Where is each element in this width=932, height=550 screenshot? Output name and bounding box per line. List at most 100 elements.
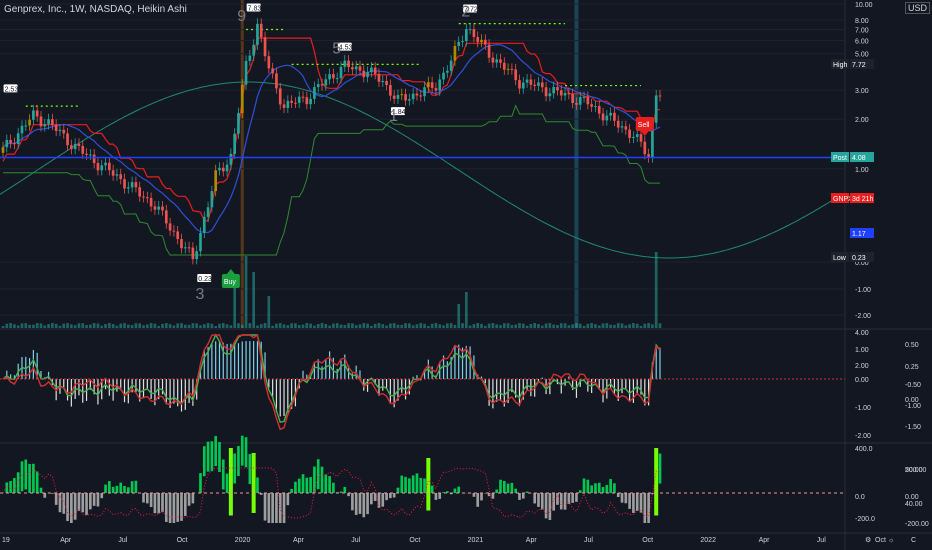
candle-body [134, 182, 138, 188]
candle-body [605, 115, 609, 121]
oscillator-bar [244, 437, 248, 468]
oscillator-bar [533, 493, 537, 504]
volume-bar [601, 323, 605, 328]
oscillator-bar [408, 478, 411, 493]
time-tick-label: Jul [351, 537, 360, 544]
volume-bar [43, 325, 47, 328]
candle-body [157, 206, 161, 210]
price-tag-name: High [833, 62, 848, 69]
candle-body [153, 206, 157, 210]
background [0, 0, 932, 550]
candle-body [316, 84, 320, 88]
chart-canvas[interactable]: 10.008.007.006.005.003.002.001.000.00-1.… [0, 0, 932, 550]
compare-button[interactable]: ☼ [888, 537, 894, 544]
volume-bar [578, 323, 582, 328]
volume-bar [13, 324, 16, 328]
candle-body [430, 82, 434, 88]
oscillator-bar [130, 481, 134, 493]
volume-bar [134, 323, 138, 328]
candle-body [301, 96, 305, 98]
oscillator-bar [605, 485, 609, 493]
oscillator-bar [187, 493, 191, 506]
time-tick-label: Apr [60, 537, 72, 544]
candle-body [609, 112, 612, 116]
oscillator-bar [214, 436, 217, 467]
candle-body [85, 153, 88, 155]
oscillator-bar [343, 486, 347, 493]
volume-bar [567, 325, 571, 328]
candle-body [183, 247, 187, 249]
candle-body [256, 23, 259, 45]
candle-body [161, 206, 164, 211]
volume-bar [438, 324, 442, 328]
oscillator-bar [202, 446, 206, 477]
volume-bar [373, 323, 377, 328]
volume-bar [111, 324, 115, 328]
oscillator-bar [180, 493, 183, 521]
candle-body [582, 96, 586, 98]
price-tick-label: 7.00 [855, 28, 869, 35]
candle-body [294, 102, 297, 104]
candle-body [370, 67, 373, 73]
volume-bar [305, 323, 309, 328]
candle-body [70, 145, 73, 150]
volume-bar [658, 323, 662, 328]
oscillator-bar [518, 493, 521, 500]
oscillator-bar [108, 481, 111, 493]
volume-bar [628, 324, 631, 328]
candle-body [472, 29, 476, 38]
currency-button[interactable]: USD [904, 2, 930, 14]
oscillator-bar [62, 493, 66, 514]
oscillator-bar [647, 493, 650, 523]
volume-bar [66, 323, 69, 328]
oscillator-bar [332, 482, 335, 493]
oscillator-bar [354, 493, 358, 515]
osc-right-tick-label: 40.00 [905, 501, 923, 508]
volume-bar [157, 325, 161, 328]
candle-body [248, 55, 252, 61]
volume-bar [297, 325, 301, 328]
price-tick-label: 2.00 [855, 117, 869, 124]
volume-bar [73, 325, 77, 328]
candle-body [290, 100, 293, 103]
candle-body [506, 68, 510, 70]
candle-body [39, 116, 43, 127]
settings-button[interactable]: ⚙ [865, 536, 871, 544]
oscillator-bar [419, 477, 423, 493]
volume-bar [278, 323, 282, 328]
oscillator-bar [590, 485, 593, 493]
osc-right-tick-label: -200.00 [905, 521, 929, 528]
oscillator-bar [191, 493, 195, 504]
candle-body [240, 84, 244, 114]
oscillator-bar [366, 493, 369, 515]
volume-bar [16, 325, 20, 328]
macd-tick-label: 1.00 [855, 347, 869, 354]
oscillator-bar [206, 441, 210, 472]
volume-bar [457, 304, 461, 328]
wave-count-label: 1 [389, 108, 398, 125]
price-tick-label: -2.00 [855, 313, 871, 320]
candle-body [491, 57, 495, 63]
camera-button[interactable]: C [911, 537, 916, 544]
oscillator-bar [639, 493, 643, 513]
oscillator-bar [540, 493, 544, 510]
oscillator-bar [476, 493, 480, 507]
volume-bar [142, 325, 145, 328]
volume-bar [651, 324, 654, 328]
volume-bar [214, 325, 217, 328]
candle-body [362, 70, 366, 78]
candle-body [434, 87, 438, 91]
volume-bar [39, 323, 43, 328]
candle-body [32, 110, 35, 120]
candle-body [510, 68, 514, 70]
volume-bar [472, 324, 476, 328]
candle-body [324, 79, 328, 86]
volume-bar [271, 325, 274, 328]
candle-body [214, 170, 217, 192]
candle-body [195, 251, 199, 260]
oscillator-bar [164, 493, 168, 522]
price-tag: Low 0.23 [831, 252, 874, 262]
candle-body [567, 93, 571, 95]
volume-bar [183, 324, 187, 328]
candle-body [225, 164, 229, 172]
